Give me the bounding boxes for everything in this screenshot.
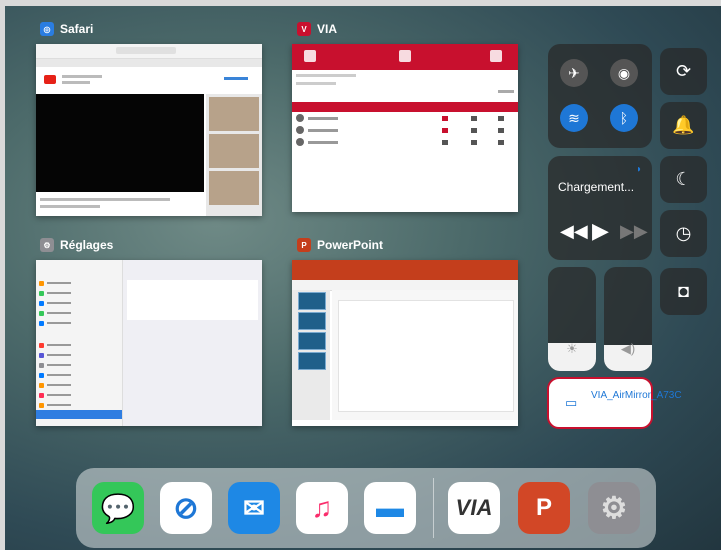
powerpoint-title-bar [292, 260, 518, 280]
participant-row [296, 138, 514, 147]
settings-icon[interactable]: ⚙ [588, 482, 640, 534]
settings-card-label: ⚙ Réglages [40, 238, 113, 252]
rewind-icon[interactable]: ◀◀ [560, 221, 588, 242]
connectivity-module: ✈ ◉ ≋ ᛒ [548, 44, 652, 148]
screen-mirroring-icon: ▭ [565, 395, 578, 410]
settings-app-card[interactable] [36, 260, 262, 426]
brightness-icon: ☀ [566, 341, 578, 356]
via-app-icon: V [297, 22, 311, 36]
do-not-disturb-icon[interactable]: ☾ [660, 156, 707, 203]
safari-tab-bar [36, 59, 262, 67]
participant-row [296, 126, 514, 135]
safari-card-title: Safari [60, 22, 94, 36]
cellular-data-icon[interactable]: ◉ [610, 59, 638, 87]
safari-card-label: ◎ Safari [40, 22, 93, 36]
via-card-title: VIA [317, 22, 338, 36]
via-icon[interactable]: VIA [448, 482, 500, 534]
youtube-header [36, 67, 262, 95]
settings-sidebar [36, 260, 123, 426]
media-title: Chargement... [558, 180, 635, 194]
camera-icon[interactable]: ◘ [660, 268, 707, 315]
via-icon-text: VIA [455, 495, 493, 520]
powerpoint-card-label: P PowerPoint [297, 238, 383, 252]
messages-icon[interactable]: 💬 [92, 482, 144, 534]
dock-separator [433, 478, 434, 538]
volume-slider[interactable]: ◀) [604, 267, 652, 371]
music-icon[interactable]: ♫ [296, 482, 348, 534]
airplay-audio-icon[interactable]: ◗ [636, 164, 642, 175]
video-player[interactable] [36, 94, 204, 192]
airplay-mirroring-button[interactable]: ▭ VIA_AirMirror_A73C [547, 377, 682, 429]
media-module: ◗ Chargement... ◀◀ ▶ ▶▶ [548, 156, 652, 260]
safari-icon[interactable]: ⊘ [160, 482, 212, 534]
wifi-icon[interactable]: ≋ [560, 104, 588, 132]
screen-border-left [0, 0, 5, 550]
powerpoint-icon-text: P [535, 494, 552, 521]
via-card-label: V VIA [297, 22, 337, 36]
via-app-card[interactable] [292, 44, 518, 212]
slide-canvas [332, 290, 518, 420]
powerpoint-icon[interactable]: P [518, 482, 570, 534]
slide-thumbnails [292, 290, 330, 420]
via-participants-header [292, 102, 518, 112]
settings-detail-pane [123, 260, 262, 426]
files-icon[interactable]: ▬ [364, 482, 416, 534]
safari-app-card[interactable] [36, 44, 262, 216]
volume-icon: ◀) [620, 341, 636, 356]
video-info [36, 194, 204, 216]
related-videos [206, 94, 262, 216]
via-header-bar [292, 44, 518, 70]
airplay-device-name: VIA_AirMirror_A73C [591, 390, 682, 401]
settings-card-title: Réglages [60, 238, 114, 252]
safari-toolbar [36, 44, 262, 59]
bluetooth-icon[interactable]: ᛒ [610, 104, 638, 132]
settings-app-icon: ⚙ [40, 238, 54, 252]
mail-icon[interactable]: ✉ [228, 482, 280, 534]
powerpoint-app-card[interactable] [292, 260, 518, 426]
powerpoint-app-icon: P [297, 238, 311, 252]
screen-border-top [0, 0, 721, 6]
rotation-lock-icon[interactable]: ⟳ [660, 48, 707, 95]
safari-app-icon: ◎ [40, 22, 54, 36]
participant-row [296, 114, 514, 123]
fast-forward-icon[interactable]: ▶▶ [620, 221, 648, 242]
play-icon[interactable]: ▶ [592, 218, 609, 244]
youtube-logo-icon [44, 75, 56, 84]
timer-icon[interactable]: ◷ [660, 210, 707, 257]
airplane-mode-icon[interactable]: ✈ [560, 59, 588, 87]
silent-mode-icon[interactable]: 🔔 [660, 102, 707, 149]
powerpoint-card-title: PowerPoint [317, 238, 384, 252]
safari-address-bar [116, 47, 176, 54]
brightness-slider[interactable]: ☀ [548, 267, 596, 371]
